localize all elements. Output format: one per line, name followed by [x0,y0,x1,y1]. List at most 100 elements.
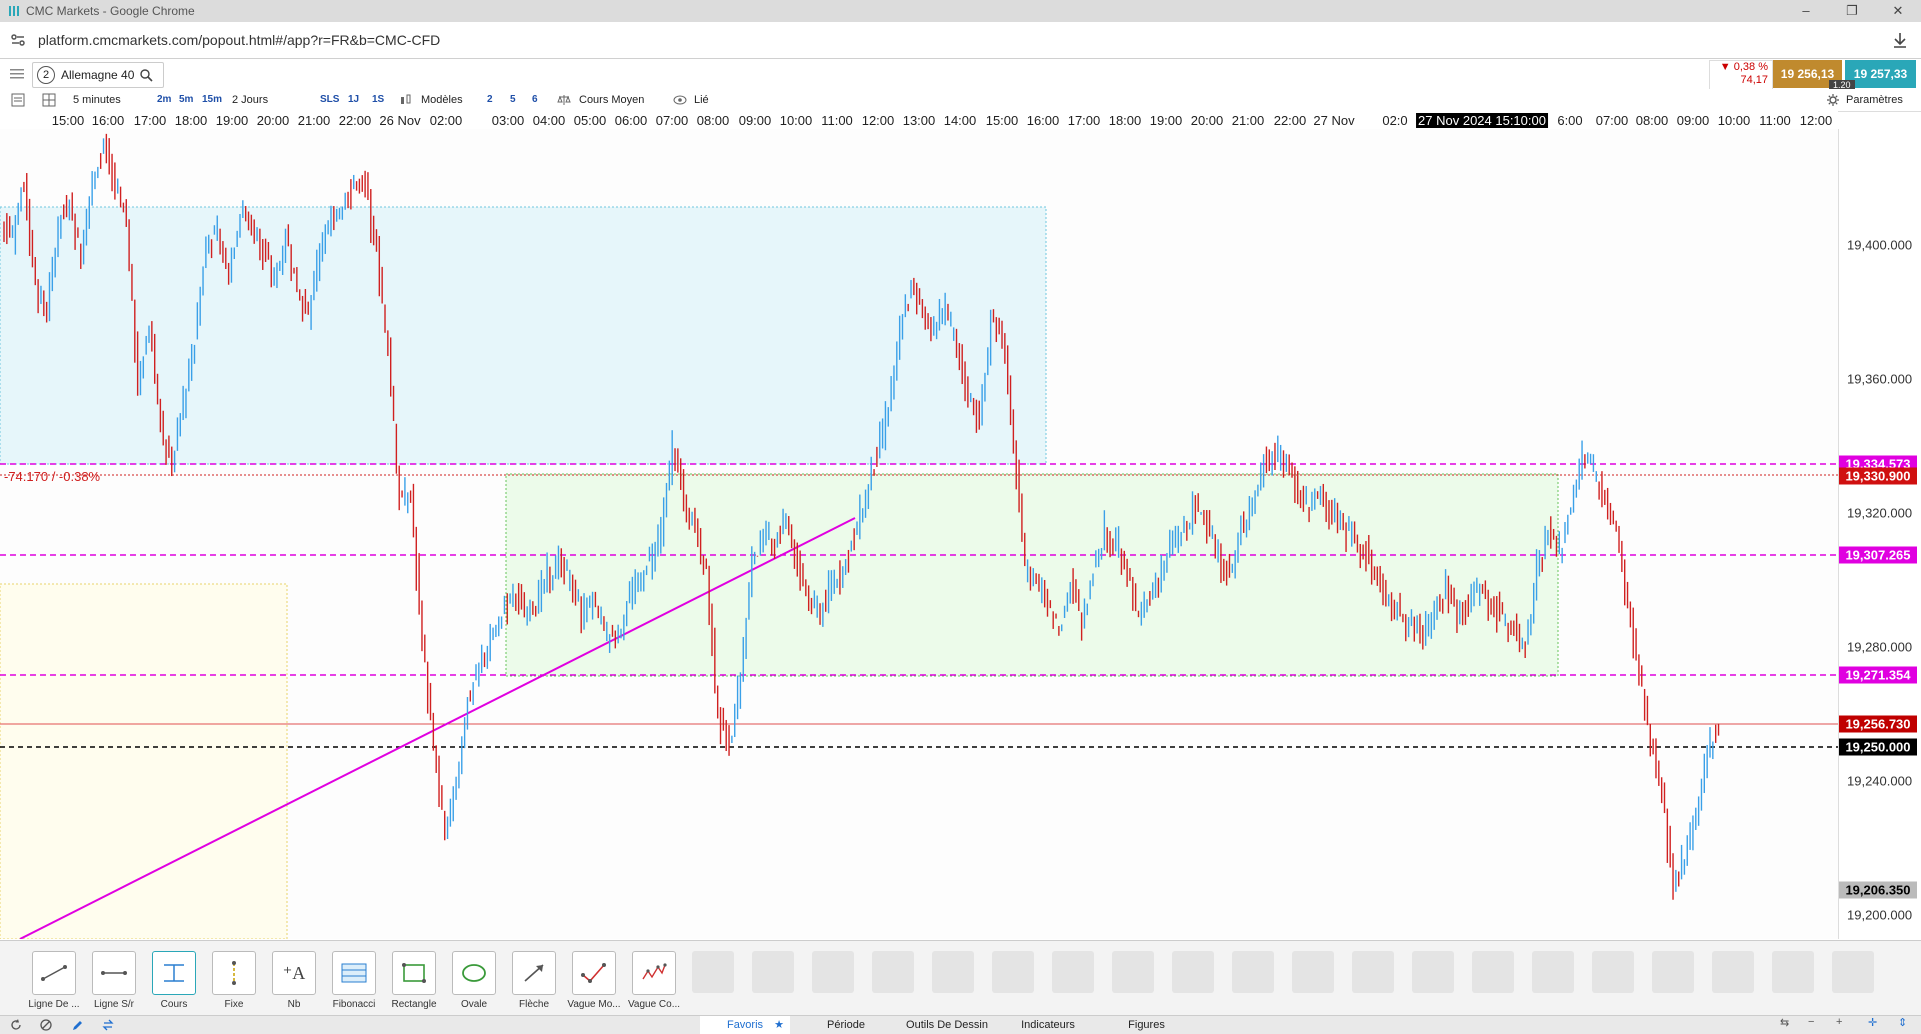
empty-tool-slot[interactable] [1772,951,1814,993]
buy-price-button[interactable]: 19 257,33 [1845,60,1916,88]
instrument-bar: 2 Allemagne 40 ▼ 0,38 % 74,17 19 256,13 … [0,59,1921,90]
range-1s[interactable]: 1S [372,89,384,111]
empty-tool-slot[interactable] [1532,951,1574,993]
settings-button[interactable]: Paramètres [1846,89,1903,111]
tab-indicateurs[interactable]: Indicateurs [998,1016,1098,1034]
time-label: 20:00 [1190,113,1224,128]
tab-periode[interactable]: Période [796,1016,896,1034]
empty-tool-slot[interactable] [1712,951,1754,993]
tool-fixed-label: Fixe [224,999,244,1010]
empty-tool-slot[interactable] [1292,951,1334,993]
tool-fibonacci[interactable]: Fibonacci [324,951,384,1010]
empty-tool-slot[interactable] [1352,951,1394,993]
link-toggle[interactable]: Lié [694,89,709,111]
interval-2m[interactable]: 2m [157,89,171,111]
tab-outils-de-dessin[interactable]: Outils De Dessin [897,1016,997,1034]
swap-arrows-icon[interactable] [102,1019,114,1031]
interval-15m[interactable]: 15m [202,89,222,111]
tool-oval[interactable]: Ovale [444,951,504,1010]
minimize-button[interactable]: – [1783,0,1829,22]
empty-tool-slot[interactable] [1652,951,1694,993]
empty-tool-slot[interactable] [1232,951,1274,993]
tool-price[interactable]: Cours [144,951,204,1010]
close-button[interactable]: ✕ [1875,0,1921,22]
crosshair-scale-icon[interactable]: ⇆ [1780,1016,1789,1029]
empty-tool-slot[interactable] [1832,951,1874,993]
pencil-icon[interactable] [72,1019,84,1031]
zoom-in-button[interactable]: + [1836,1016,1842,1028]
vertical-fit-icon[interactable]: ⇕ [1898,1016,1907,1029]
link-eye-icon[interactable] [673,94,687,106]
model-5[interactable]: 5 [510,89,516,111]
site-info-icon[interactable] [10,32,26,48]
time-label: 12:00 [861,113,895,128]
price-type-select[interactable]: Cours Moyen [579,89,644,111]
range-sls[interactable]: SLS [320,89,339,111]
time-label: 08:00 [696,113,730,128]
download-icon[interactable] [1891,31,1909,49]
empty-tool-slot[interactable] [752,951,794,993]
range-select[interactable]: 2 Jours [232,89,268,111]
range-1j[interactable]: 1J [348,89,359,111]
empty-tool-slot[interactable] [872,951,914,993]
time-label: 22:00 [338,113,372,128]
panel-list-icon[interactable] [11,93,25,107]
search-icon[interactable] [140,68,153,82]
layout-grid-icon[interactable] [42,93,56,107]
balance-icon[interactable] [557,94,571,106]
empty-tool-slot[interactable] [692,951,734,993]
gear-icon[interactable] [1827,94,1839,106]
models-select[interactable]: Modèles [421,89,463,111]
tool-line[interactable]: Ligne De ... [24,951,84,1010]
oval-icon [462,964,486,982]
interval-select[interactable]: 5 minutes [73,89,121,111]
price-chart[interactable]: -74.170 / -0.38% [0,129,1838,939]
crosshair-time-label: 27 Nov 2024 15:10:00 [1416,113,1548,128]
arrow-icon [524,964,544,982]
restore-button[interactable]: ❐ [1829,0,1875,22]
tool-wave-co[interactable]: Vague Co... [624,951,684,1010]
empty-tool-slot[interactable] [992,951,1034,993]
empty-tool-slot[interactable] [1472,951,1514,993]
empty-tool-slot[interactable] [932,951,974,993]
empty-tool-slot[interactable] [812,951,854,993]
tool-sr-line[interactable]: Ligne S/r [84,951,144,1010]
model-2[interactable]: 2 [487,89,493,111]
tool-rectangle[interactable]: Rectangle [384,951,444,1010]
instrument-selector[interactable]: 2 Allemagne 40 [32,62,164,88]
no-entry-icon[interactable] [40,1019,52,1031]
empty-tool-slot[interactable] [1592,951,1634,993]
empty-tool-slot[interactable] [1052,951,1094,993]
tab-favoris[interactable]: Favoris ★ [700,1016,790,1034]
time-label: 10:00 [779,113,813,128]
time-label: 05:00 [573,113,607,128]
price-label: 19,320.000 [1847,505,1913,521]
empty-tool-slot[interactable] [1112,951,1154,993]
zoom-out-button[interactable]: − [1808,1016,1814,1028]
bottom-tabs-bar: Favoris ★ Période Outils De Dessin Indica… [0,1015,1921,1034]
tool-arrow[interactable]: Flèche [504,951,564,1010]
tool-text[interactable]: ⁺A Nb [264,951,324,1010]
refresh-icon[interactable] [10,1019,22,1031]
url-text[interactable]: platform.cmcmarkets.com/popout.html#/app… [38,32,440,48]
hamburger-menu-icon[interactable] [10,68,24,80]
time-label: 12:00 [1799,113,1833,128]
tool-fixed[interactable]: Fixe [204,951,264,1010]
tab-favoris-label: Favoris [726,1019,764,1031]
star-icon: ★ [774,1019,784,1031]
empty-tool-slot[interactable] [1412,951,1454,993]
chart-type-icon[interactable] [400,94,412,106]
time-label: 20:00 [256,113,290,128]
interval-5m[interactable]: 5m [179,89,193,111]
tool-wave-mo[interactable]: Vague Mo... [564,951,624,1010]
crosshair-icon[interactable]: ✛ [1868,1016,1877,1029]
empty-tool-slot[interactable] [1172,951,1214,993]
tab-figures[interactable]: Figures [1099,1016,1194,1034]
time-axis: 15:00 16:00 17:00 18:00 19:00 20:00 21:00 22:00… [0,111,1838,130]
address-bar[interactable]: platform.cmcmarkets.com/popout.html#/app… [0,22,1921,59]
tool-text-label: Nb [287,999,301,1010]
time-label: 16:00 [91,113,125,128]
time-label: 18:00 [174,113,208,128]
time-label: 26 Nov [379,113,421,128]
model-6[interactable]: 6 [532,89,538,111]
